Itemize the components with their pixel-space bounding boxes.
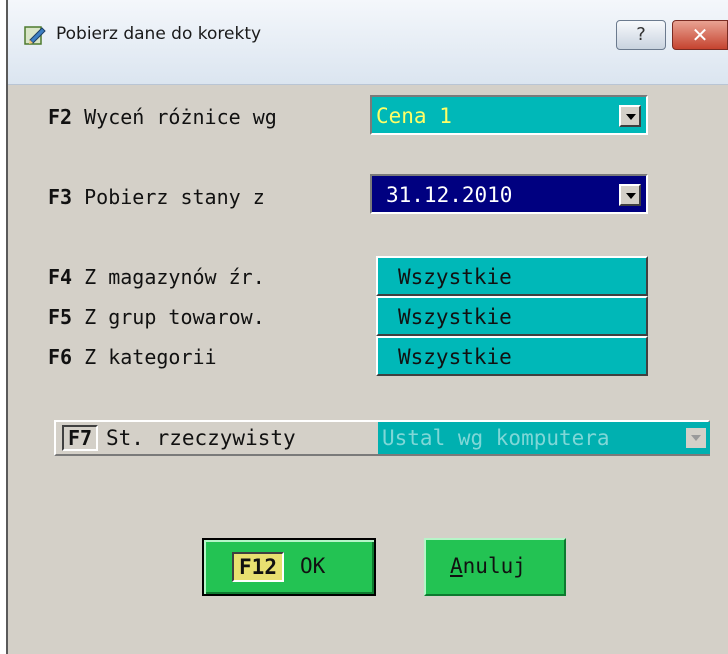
f4-label-text: Z magazynów źr. [72,265,265,289]
f4-key: F4 [48,265,73,289]
dialog-window: Pobierz dane do korekty ? ✕ F2 Wyceń róż… [6,0,728,654]
f2-value: Cena 1 [376,104,452,128]
chevron-down-icon[interactable] [619,105,641,127]
f7-actual-stock-select: Ustal wg komputera [378,422,710,454]
f12-key: F12 [232,552,284,582]
f2-label: F2 Wyceń różnice wg [48,105,277,129]
f3-date-select[interactable]: 31.12.2010 [370,174,648,214]
f5-label-text: Z grup towarow. [72,305,265,329]
f4-warehouses-button[interactable]: Wszystkie [376,256,648,296]
f6-value: Wszystkie [398,345,512,369]
f4-label: F4 Z magazynów źr. [48,265,265,289]
f3-label-text: Pobierz stany z [72,185,265,209]
f4-value: Wszystkie [398,265,512,289]
f6-label-text: Z kategorii [72,345,217,369]
f3-label: F3 Pobierz stany z [48,185,265,209]
cancel-button[interactable]: Anuluj [424,538,566,596]
f7-value: Ustal wg komputera [382,426,610,450]
f6-categories-button[interactable]: Wszystkie [376,336,648,376]
f6-label: F6 Z kategorii [48,345,217,369]
title-bar[interactable]: Pobierz dane do korekty ? ✕ [8,0,728,85]
help-button[interactable]: ? [616,20,666,50]
f5-key: F5 [48,305,73,329]
f7-label: St. rzeczywisty [106,426,296,450]
close-button[interactable]: ✕ [672,20,728,50]
chevron-down-icon[interactable] [619,184,641,206]
cancel-label-rest: nuluj [462,554,526,578]
window-title: Pobierz dane do korekty [56,24,262,44]
f5-label: F5 Z grup towarow. [48,305,265,329]
cancel-label: Anuluj [450,554,526,578]
f2-key: F2 [48,105,73,129]
f7-actual-stock-row: F7 St. rzeczywisty Ustal wg komputera [54,420,710,456]
ok-button[interactable]: F12 OK [202,538,376,596]
f7-key[interactable]: F7 [62,425,98,451]
f5-value: Wszystkie [398,305,512,329]
f2-label-text: Wyceń różnice wg [72,105,277,129]
ok-label: OK [300,554,326,578]
pencil-icon [24,26,46,45]
cancel-mnemonic: A [450,554,463,578]
f2-price-select[interactable]: Cena 1 [370,95,648,135]
chevron-down-icon [686,428,706,448]
f3-value: 31.12.2010 [386,183,513,207]
f3-key: F3 [48,185,73,209]
f6-key: F6 [48,345,73,369]
f5-groups-button[interactable]: Wszystkie [376,296,648,336]
